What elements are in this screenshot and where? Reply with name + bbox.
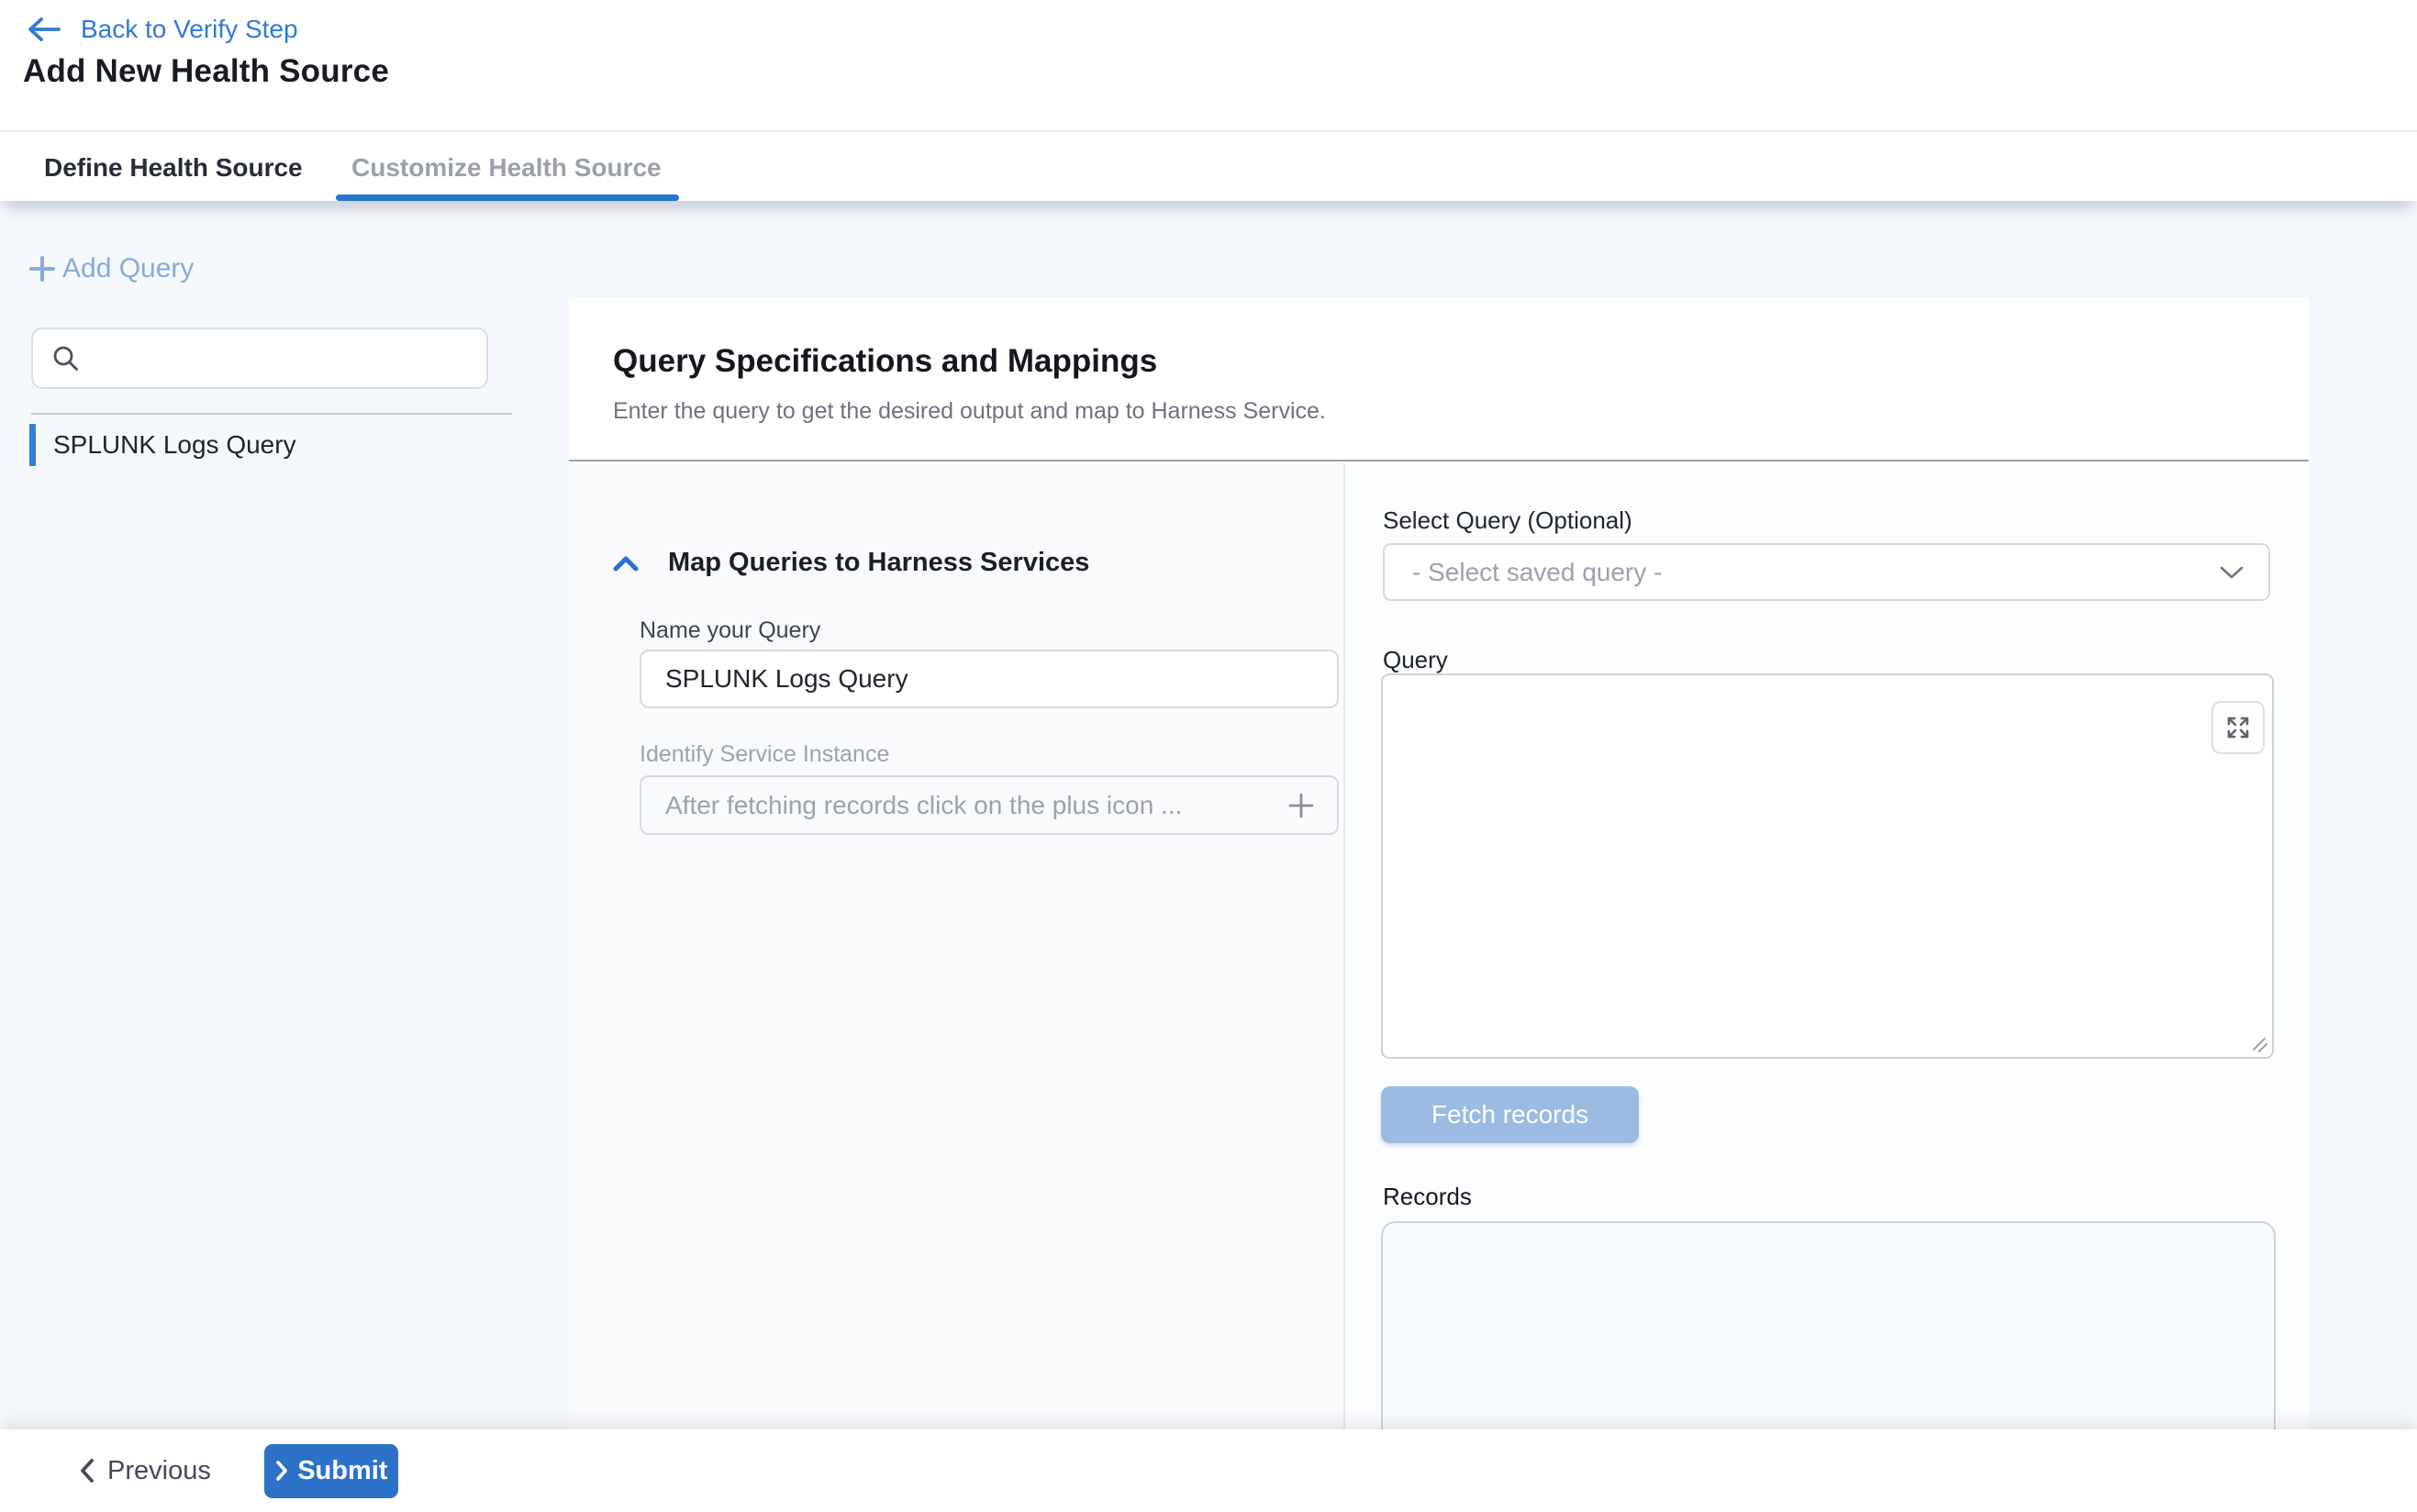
tab-define-health-source[interactable]: Define Health Source [44, 132, 303, 203]
chevron-right-icon [274, 1460, 288, 1482]
identify-service-instance-label: Identify Service Instance [640, 741, 889, 768]
selected-accent-bar [29, 424, 36, 466]
expand-icon [2225, 715, 2251, 740]
add-query-button[interactable]: Add Query [28, 253, 194, 284]
chevron-left-icon [78, 1457, 95, 1484]
back-link-label: Back to Verify Step [81, 15, 298, 44]
card-body: Map Queries to Harness Services Name you… [569, 463, 2309, 1429]
map-queries-column: Map Queries to Harness Services Name you… [569, 463, 1345, 1429]
query-name-input[interactable] [640, 650, 1339, 708]
submit-button-label: Submit [297, 1456, 387, 1486]
service-instance-input[interactable] [665, 791, 1286, 820]
resize-handle[interactable] [2251, 1036, 2267, 1052]
query-item-label: SPLUNK Logs Query [53, 430, 296, 460]
search-icon [51, 344, 81, 373]
records-panel [1381, 1221, 2276, 1429]
back-arrow-icon [26, 16, 62, 43]
submit-button[interactable]: Submit [264, 1444, 398, 1498]
records-label: Records [1383, 1183, 1472, 1211]
chevron-down-icon [2219, 564, 2244, 581]
panel-subtitle: Enter the query to get the desired outpu… [613, 398, 1326, 425]
page-title: Add New Health Source [23, 53, 389, 90]
tab-bar: Define Health Source Customize Health So… [0, 130, 2417, 201]
name-your-query-label: Name your Query [640, 617, 820, 644]
expand-query-button[interactable] [2211, 701, 2265, 754]
active-tab-underline [336, 195, 679, 201]
saved-query-select[interactable]: - Select saved query - [1383, 543, 2270, 601]
content-area: Add Query SPLUNK Logs Query Query Specif… [0, 201, 2417, 1429]
fetch-records-button[interactable]: Fetch records [1381, 1086, 1639, 1143]
previous-button[interactable]: Previous [78, 1456, 211, 1486]
chevron-up-icon [611, 553, 640, 573]
query-specifications-card: Query Specifications and Mappings Enter … [569, 297, 2309, 1429]
query-column: Select Query (Optional) - Select saved q… [1345, 463, 2309, 1429]
footer-bar: Previous Submit [0, 1429, 2417, 1512]
plus-icon [28, 254, 57, 284]
service-instance-field [640, 775, 1339, 835]
query-search-box [31, 328, 488, 389]
plus-icon[interactable] [1286, 790, 1317, 821]
sidebar-divider [31, 413, 512, 415]
app-header: Back to Verify Step Add New Health Sourc… [0, 0, 2417, 130]
query-list-item[interactable]: SPLUNK Logs Query [29, 424, 296, 466]
query-label: Query [1383, 646, 1448, 674]
map-queries-title: Map Queries to Harness Services [668, 548, 1089, 578]
tab-customize-health-source[interactable]: Customize Health Source [351, 132, 662, 203]
query-textarea[interactable] [1381, 673, 2274, 1059]
card-header: Query Specifications and Mappings Enter … [569, 297, 2309, 461]
saved-query-select-value: - Select saved query - [1412, 558, 2219, 587]
add-query-label: Add Query [62, 253, 194, 284]
search-input[interactable] [94, 344, 472, 372]
previous-button-label: Previous [107, 1456, 211, 1486]
map-queries-collapse-toggle[interactable]: Map Queries to Harness Services [611, 548, 1089, 578]
panel-title: Query Specifications and Mappings [613, 343, 1157, 380]
select-query-label: Select Query (Optional) [1383, 506, 1632, 535]
back-link[interactable]: Back to Verify Step [26, 15, 298, 44]
